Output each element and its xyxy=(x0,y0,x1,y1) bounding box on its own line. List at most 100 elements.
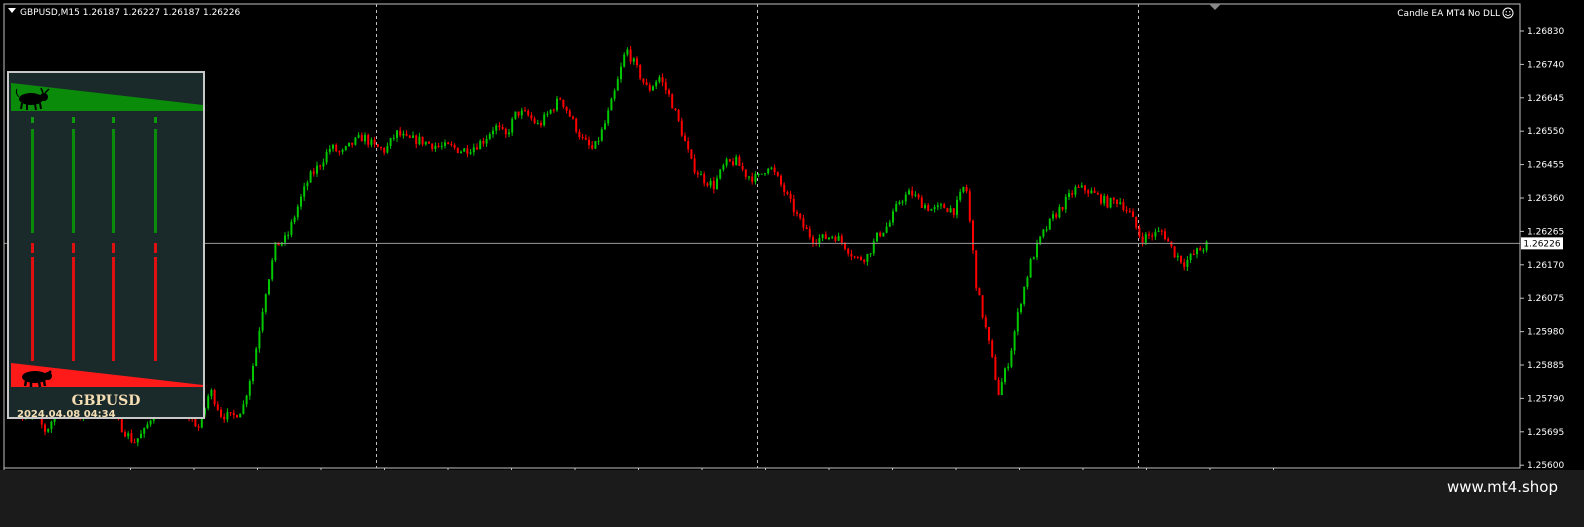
bear-bar xyxy=(31,257,34,361)
candle-body xyxy=(1010,350,1013,367)
candle-body xyxy=(520,110,523,116)
candle-body xyxy=(1199,248,1202,251)
candle-body xyxy=(428,141,430,144)
candle-body xyxy=(255,348,258,367)
candle-body xyxy=(658,77,661,82)
candle-body xyxy=(396,130,398,138)
candle-body xyxy=(479,140,482,150)
candle-body xyxy=(303,186,306,197)
candle-body xyxy=(216,404,219,410)
candle-body xyxy=(629,49,632,62)
candle-body xyxy=(719,169,722,179)
candle-body xyxy=(866,253,869,262)
candle-body xyxy=(136,438,139,443)
candle-body xyxy=(565,106,568,111)
candle-body xyxy=(1128,210,1131,212)
site-url[interactable]: www.mt4.shop xyxy=(1447,478,1558,496)
candle-body xyxy=(431,143,434,149)
candle-body xyxy=(850,253,853,257)
candle-body xyxy=(936,205,939,208)
candle-body xyxy=(140,433,142,439)
candle-body xyxy=(725,159,728,166)
candle-body xyxy=(760,173,763,175)
candle-body xyxy=(463,148,466,152)
candle-body xyxy=(392,137,395,139)
candle-body xyxy=(1064,196,1067,210)
candle-body xyxy=(620,66,622,80)
candle-body xyxy=(1093,190,1096,193)
candle-body xyxy=(290,222,293,235)
candle-body xyxy=(607,110,610,124)
candle-body xyxy=(578,131,581,138)
candle-body xyxy=(975,250,978,289)
candle-body xyxy=(124,432,126,437)
candle-body xyxy=(613,90,616,99)
candle-body xyxy=(351,142,354,145)
candle-body xyxy=(799,213,802,219)
candle-body xyxy=(773,167,776,173)
bear-bar xyxy=(72,257,75,361)
candle-body xyxy=(962,186,965,192)
candle-body xyxy=(252,366,254,382)
candle-body xyxy=(847,248,850,254)
candle-body xyxy=(546,113,549,115)
candle-body xyxy=(789,193,792,199)
candle-body xyxy=(1154,231,1157,237)
candle-body xyxy=(594,141,597,149)
candle-body xyxy=(412,135,414,138)
price-label: 1.26740 xyxy=(1527,60,1564,70)
candle-body xyxy=(812,237,814,244)
price-label: 1.25695 xyxy=(1527,428,1564,438)
candle-body xyxy=(1132,211,1134,217)
candle-body xyxy=(700,174,702,176)
candle-body xyxy=(1084,185,1086,191)
candle-body xyxy=(524,110,526,112)
candle-body xyxy=(895,203,898,212)
candle-body xyxy=(623,54,626,67)
candle-body xyxy=(946,208,949,213)
candle-body xyxy=(149,420,152,425)
candle-body xyxy=(559,98,562,100)
candle-body xyxy=(453,144,456,148)
panel-timestamp: 2024.04.08 04:34 xyxy=(17,409,116,420)
candle-body xyxy=(341,149,344,152)
price-label: 1.26455 xyxy=(1527,161,1564,171)
candle-body xyxy=(120,419,123,433)
candle-body xyxy=(50,421,53,429)
ea-label: Candle EA MT4 No DLL xyxy=(1397,9,1500,19)
candle-body xyxy=(485,138,488,144)
candle-body xyxy=(1080,185,1083,188)
candle-body xyxy=(1032,257,1035,260)
price-label: 1.26170 xyxy=(1527,261,1564,271)
candle-body xyxy=(1052,214,1054,219)
candle-body xyxy=(604,123,606,130)
candle-body xyxy=(1020,303,1022,313)
candle-body xyxy=(792,198,795,213)
candle-body xyxy=(415,135,418,145)
candle-body xyxy=(354,137,357,145)
candle-body xyxy=(348,142,350,147)
candle-body xyxy=(223,416,226,420)
candle-body xyxy=(370,139,373,145)
candle-body xyxy=(440,145,443,147)
candle-body xyxy=(706,183,709,186)
candle-body xyxy=(226,412,229,420)
candle-body xyxy=(1042,229,1045,237)
signal-panel[interactable]: GBPUSD 2024.04.08 04:34 xyxy=(7,71,205,420)
candle-body xyxy=(735,156,738,166)
candle-body xyxy=(978,288,981,296)
candle-body xyxy=(287,234,290,236)
bull-bar xyxy=(154,129,157,233)
candle-body xyxy=(876,232,878,242)
bull-bar-cap xyxy=(31,117,34,123)
candle-body xyxy=(572,116,574,119)
candle-body xyxy=(738,156,741,167)
candle-body xyxy=(232,412,235,416)
candle-body xyxy=(444,142,446,146)
candle-body xyxy=(245,395,248,405)
candle-body xyxy=(1023,286,1026,304)
price-chart[interactable]: 1.26830 1.26740 1.26645 1.26550 1.26455 1.263… xyxy=(0,0,1584,527)
candle-body xyxy=(488,134,491,139)
candle-body xyxy=(741,166,744,170)
candle-body xyxy=(383,148,386,153)
